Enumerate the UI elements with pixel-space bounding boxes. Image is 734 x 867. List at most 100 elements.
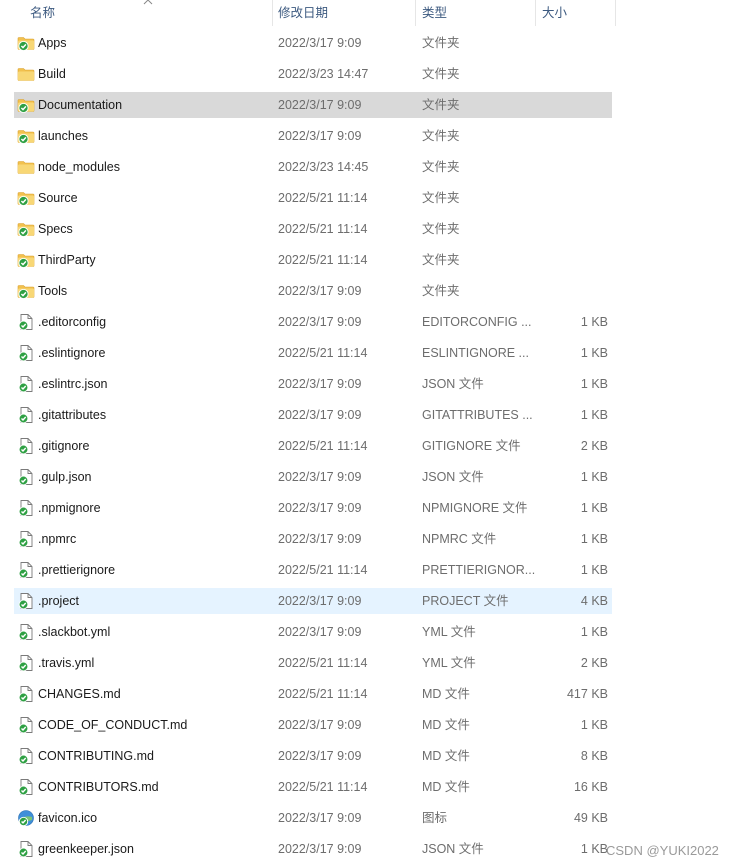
file-type: YML 文件 xyxy=(422,625,476,639)
file-date: 2022/5/21 11:14 xyxy=(278,346,368,360)
file-type: 文件夹 xyxy=(422,98,460,112)
file-row[interactable]: .eslintignore 2022/5/21 11:14 ESLINTIGNORE… xyxy=(14,340,612,366)
file-size: 2 KB xyxy=(580,656,608,670)
file-name: Tools xyxy=(38,284,68,298)
column-header-type[interactable]: 类型 xyxy=(422,0,447,26)
file-synced-icon xyxy=(17,468,35,486)
file-name: launches xyxy=(38,129,89,143)
file-size: 1 KB xyxy=(580,470,608,484)
file-row[interactable]: launches 2022/3/17 9:09 文件夹 xyxy=(14,123,612,149)
column-header-size[interactable]: 大小 xyxy=(542,0,567,26)
file-size: 1 KB xyxy=(580,346,608,360)
file-date: 2022/3/17 9:09 xyxy=(278,842,362,856)
column-divider[interactable] xyxy=(272,0,273,26)
file-name: .eslintignore xyxy=(38,346,106,360)
folder-synced-icon xyxy=(17,96,35,114)
file-date: 2022/3/23 14:45 xyxy=(278,160,369,174)
file-type: 文件夹 xyxy=(422,160,460,174)
file-row[interactable]: .prettierignore 2022/5/21 11:14 PRETTIERIG… xyxy=(14,557,612,583)
file-row[interactable]: .npmrc 2022/3/17 9:09 NPMRC 文件 1 KB xyxy=(14,526,612,552)
file-size: 1 KB xyxy=(580,625,608,639)
folder-synced-icon xyxy=(17,127,35,145)
file-type: MD 文件 xyxy=(422,718,470,732)
file-type: 文件夹 xyxy=(422,67,460,81)
column-header-name[interactable]: 名称 xyxy=(30,0,55,26)
file-synced-icon xyxy=(17,778,35,796)
file-row[interactable]: favicon.ico 2022/3/17 9:09 图标 49 KB xyxy=(14,805,612,831)
file-synced-icon xyxy=(17,375,35,393)
file-date: 2022/5/21 11:14 xyxy=(278,780,368,794)
file-type: PROJECT 文件 xyxy=(422,594,509,608)
file-synced-icon xyxy=(17,623,35,641)
file-row[interactable]: node_modules 2022/3/23 14:45 文件夹 xyxy=(14,154,612,180)
file-synced-icon xyxy=(17,313,35,331)
file-date: 2022/5/21 11:14 xyxy=(278,687,368,701)
file-row[interactable]: .project 2022/3/17 9:09 PROJECT 文件 4 KB xyxy=(14,588,612,614)
sort-ascending-icon xyxy=(143,0,153,5)
file-synced-icon xyxy=(17,344,35,362)
column-divider[interactable] xyxy=(615,0,616,26)
file-row[interactable]: greenkeeper.json 2022/3/17 9:09 JSON 文件 1 K… xyxy=(14,836,612,862)
file-date: 2022/5/21 11:14 xyxy=(278,656,368,670)
file-name: Specs xyxy=(38,222,73,236)
file-name: .slackbot.yml xyxy=(38,625,111,639)
file-row[interactable]: .editorconfig 2022/3/17 9:09 EDITORCONFIG … xyxy=(14,309,612,335)
column-divider[interactable] xyxy=(415,0,416,26)
file-date: 2022/3/17 9:09 xyxy=(278,625,362,639)
file-synced-icon xyxy=(17,840,35,858)
file-size: 1 KB xyxy=(580,315,608,329)
file-row[interactable]: Tools 2022/3/17 9:09 文件夹 xyxy=(14,278,612,304)
file-row[interactable]: Build 2022/3/23 14:47 文件夹 xyxy=(14,61,612,87)
file-row[interactable]: .travis.yml 2022/5/21 11:14 YML 文件 2 KB xyxy=(14,650,612,676)
file-name: CONTRIBUTING.md xyxy=(38,749,154,763)
file-row[interactable]: .gitattributes 2022/3/17 9:09 GITATTRIBUTE… xyxy=(14,402,612,428)
folder-icon xyxy=(17,65,35,83)
file-row[interactable]: .npmignore 2022/3/17 9:09 NPMIGNORE 文件 1 KB xyxy=(14,495,612,521)
file-type: 文件夹 xyxy=(422,129,460,143)
file-row[interactable]: Apps 2022/3/17 9:09 文件夹 xyxy=(14,30,612,56)
folder-synced-icon xyxy=(17,282,35,300)
file-type: 文件夹 xyxy=(422,36,460,50)
file-size: 1 KB xyxy=(580,842,608,856)
file-row[interactable]: CHANGES.md 2022/5/21 11:14 MD 文件 417 KB xyxy=(14,681,612,707)
file-name: .gulp.json xyxy=(38,470,92,484)
file-date: 2022/3/17 9:09 xyxy=(278,129,362,143)
file-size: 1 KB xyxy=(580,532,608,546)
file-size: 1 KB xyxy=(580,408,608,422)
file-row[interactable]: Source 2022/5/21 11:14 文件夹 xyxy=(14,185,612,211)
file-synced-icon xyxy=(17,499,35,517)
file-name: node_modules xyxy=(38,160,121,174)
folder-synced-icon xyxy=(17,251,35,269)
column-divider[interactable] xyxy=(535,0,536,26)
file-type: EDITORCONFIG ... xyxy=(422,315,532,329)
file-row[interactable]: ThirdParty 2022/5/21 11:14 文件夹 xyxy=(14,247,612,273)
file-name: greenkeeper.json xyxy=(38,842,134,856)
file-name: CODE_OF_CONDUCT.md xyxy=(38,718,188,732)
file-synced-icon xyxy=(17,561,35,579)
file-row[interactable]: .slackbot.yml 2022/3/17 9:09 YML 文件 1 KB xyxy=(14,619,612,645)
file-row[interactable]: Specs 2022/5/21 11:14 文件夹 xyxy=(14,216,612,242)
file-date: 2022/5/21 11:14 xyxy=(278,191,368,205)
file-synced-icon xyxy=(17,592,35,610)
folder-synced-icon xyxy=(17,34,35,52)
file-row[interactable]: Documentation 2022/3/17 9:09 文件夹 xyxy=(14,92,612,118)
file-row[interactable]: .gitignore 2022/5/21 11:14 GITIGNORE 文件 2 K… xyxy=(14,433,612,459)
file-row[interactable]: .gulp.json 2022/3/17 9:09 JSON 文件 1 KB xyxy=(14,464,612,490)
file-type: JSON 文件 xyxy=(422,842,484,856)
file-type: 文件夹 xyxy=(422,222,460,236)
file-date: 2022/3/17 9:09 xyxy=(278,377,362,391)
file-date: 2022/3/17 9:09 xyxy=(278,315,362,329)
file-synced-icon xyxy=(17,654,35,672)
file-date: 2022/3/17 9:09 xyxy=(278,532,362,546)
file-date: 2022/5/21 11:14 xyxy=(278,253,368,267)
file-synced-icon xyxy=(17,747,35,765)
file-size: 1 KB xyxy=(580,377,608,391)
file-name: .gitignore xyxy=(38,439,90,453)
file-date: 2022/3/17 9:09 xyxy=(278,470,362,484)
column-header-date[interactable]: 修改日期 xyxy=(278,0,328,26)
file-row[interactable]: .eslintrc.json 2022/3/17 9:09 JSON 文件 1 KB xyxy=(14,371,612,397)
file-row[interactable]: CONTRIBUTORS.md 2022/5/21 11:14 MD 文件 16 KB xyxy=(14,774,612,800)
file-row[interactable]: CONTRIBUTING.md 2022/3/17 9:09 MD 文件 8 KB xyxy=(14,743,612,769)
file-row[interactable]: CODE_OF_CONDUCT.md 2022/3/17 9:09 MD 文件 1 K… xyxy=(14,712,612,738)
file-date: 2022/5/21 11:14 xyxy=(278,222,368,236)
